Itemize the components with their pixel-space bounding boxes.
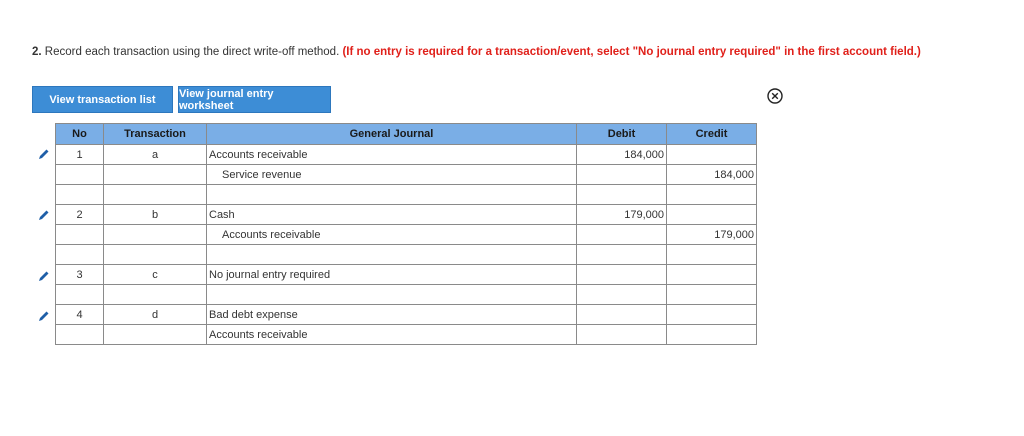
cell-debit[interactable]: 179,000 [576, 204, 667, 225]
instruction-note: (If no entry is required for a transacti… [342, 46, 921, 58]
cell-debit[interactable]: 184,000 [576, 144, 667, 165]
cell-transaction [103, 164, 207, 185]
cell-debit[interactable] [576, 264, 667, 285]
cell-debit[interactable] [576, 304, 667, 325]
cell-credit[interactable] [666, 304, 757, 325]
table-row: 4 d Bad debt expense [55, 304, 757, 325]
cell-account[interactable]: Cash [206, 204, 577, 225]
general-journal-table: No Transaction General Journal Debit Cre… [55, 123, 757, 345]
cell-credit[interactable] [666, 144, 757, 165]
table-row [55, 184, 757, 205]
view-transaction-list-button[interactable]: View transaction list [32, 86, 173, 113]
cell-credit[interactable] [666, 244, 757, 265]
cell-no [55, 224, 104, 245]
cell-debit[interactable] [576, 184, 667, 205]
header-credit: Credit [666, 123, 757, 145]
cell-credit[interactable] [666, 184, 757, 205]
pencil-icon[interactable] [38, 148, 50, 160]
cell-debit[interactable] [576, 164, 667, 185]
table-row: Accounts receivable [55, 324, 757, 345]
instructions: 2. Record each transaction using the dir… [32, 46, 921, 58]
cell-transaction [103, 244, 207, 265]
cell-credit[interactable] [666, 264, 757, 285]
instruction-text: Record each transaction using the direct… [44, 46, 340, 58]
cell-transaction [103, 324, 207, 345]
table-header-row: No Transaction General Journal Debit Cre… [55, 123, 757, 145]
cell-no [55, 324, 104, 345]
view-journal-entry-worksheet-button[interactable]: View journal entry worksheet [178, 86, 331, 113]
cell-account[interactable] [206, 184, 577, 205]
cell-credit[interactable] [666, 204, 757, 225]
cell-transaction: c [103, 264, 207, 285]
cell-credit[interactable]: 184,000 [666, 164, 757, 185]
cell-transaction: a [103, 144, 207, 165]
cell-credit[interactable] [666, 284, 757, 305]
pencil-icon[interactable] [38, 209, 50, 221]
pencil-icon[interactable] [38, 310, 50, 322]
question-number: 2. [32, 46, 42, 58]
cell-account[interactable]: No journal entry required [206, 264, 577, 285]
cell-no [55, 244, 104, 265]
cell-transaction: d [103, 304, 207, 325]
cell-no: 3 [55, 264, 104, 285]
cell-account[interactable]: Accounts receivable [206, 324, 577, 345]
table-row: 2 b Cash 179,000 [55, 204, 757, 225]
cell-debit[interactable] [576, 284, 667, 305]
table-row: 3 c No journal entry required [55, 264, 757, 285]
header-transaction: Transaction [103, 123, 207, 145]
cell-no [55, 164, 104, 185]
table-row [55, 284, 757, 305]
close-icon[interactable] [767, 88, 783, 104]
cell-debit[interactable] [576, 324, 667, 345]
table-row: Service revenue 184,000 [55, 164, 757, 185]
header-general-journal: General Journal [206, 123, 577, 145]
cell-account[interactable] [206, 284, 577, 305]
cell-debit[interactable] [576, 244, 667, 265]
cell-no: 2 [55, 204, 104, 225]
cell-account[interactable]: Service revenue [206, 164, 577, 185]
cell-transaction [103, 184, 207, 205]
table-row [55, 244, 757, 265]
cell-no [55, 284, 104, 305]
cell-debit[interactable] [576, 224, 667, 245]
cell-credit[interactable]: 179,000 [666, 224, 757, 245]
cell-transaction [103, 224, 207, 245]
cell-account[interactable]: Accounts receivable [206, 144, 577, 165]
pencil-icon[interactable] [38, 270, 50, 282]
cell-no: 1 [55, 144, 104, 165]
cell-no [55, 184, 104, 205]
cell-no: 4 [55, 304, 104, 325]
header-debit: Debit [576, 123, 667, 145]
header-no: No [55, 123, 104, 145]
cell-transaction [103, 284, 207, 305]
cell-account[interactable]: Bad debt expense [206, 304, 577, 325]
cell-account[interactable]: Accounts receivable [206, 224, 577, 245]
table-row: 1 a Accounts receivable 184,000 [55, 144, 757, 165]
cell-transaction: b [103, 204, 207, 225]
table-row: Accounts receivable 179,000 [55, 224, 757, 245]
cell-account[interactable] [206, 244, 577, 265]
cell-credit[interactable] [666, 324, 757, 345]
